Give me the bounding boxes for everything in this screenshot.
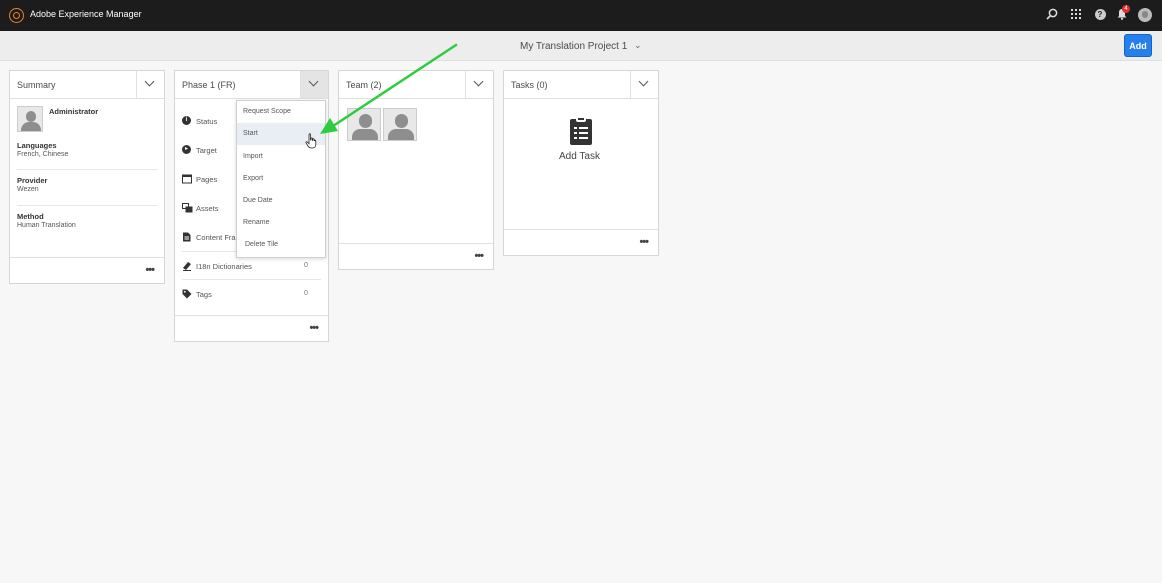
aem-logo-icon[interactable]	[9, 8, 24, 23]
provider-label: Provider	[17, 176, 48, 185]
card-header: Summary	[10, 71, 164, 99]
user-avatar-icon[interactable]	[1138, 8, 1152, 22]
more-icon[interactable]: •••	[145, 264, 155, 276]
menu-item-due-date[interactable]: Due Date	[237, 190, 325, 212]
tasks-card: Tasks (0) Add Task •••	[503, 70, 659, 256]
search-icon[interactable]	[1045, 8, 1059, 22]
card-title: Tasks (0)	[511, 80, 548, 90]
card-footer: •••	[339, 243, 493, 269]
add-task-button[interactable]: Add Task	[504, 99, 658, 229]
row-count: 0	[304, 262, 308, 269]
divider	[17, 205, 157, 206]
add-task-label: Add Task	[559, 151, 600, 162]
row-count: 0	[304, 290, 308, 297]
chevron-down-icon	[638, 76, 649, 87]
card-footer: •••	[10, 257, 164, 283]
menu-item-delete-tile[interactable]: Delete Tile	[237, 234, 325, 256]
divider	[182, 279, 321, 280]
languages-label: Languages	[17, 141, 57, 150]
chevron-down-icon[interactable]: ⌄	[634, 40, 642, 51]
card-title: Summary	[17, 80, 56, 90]
row-label: Target	[196, 146, 217, 155]
team-card: Team (2) •••	[338, 70, 494, 270]
phase-actions-menu: Request Scope Start Import Export Due Da…	[236, 100, 326, 258]
team-member-avatar[interactable]	[347, 108, 381, 141]
method-value: Human Translation	[17, 222, 76, 229]
add-button[interactable]: Add	[1124, 34, 1152, 57]
help-icon[interactable]: ?	[1093, 8, 1107, 22]
card-footer: •••	[504, 229, 658, 255]
row-label: Pages	[196, 175, 218, 184]
menu-item-export[interactable]: Export	[237, 168, 325, 190]
clipboard-task-icon	[570, 116, 592, 145]
apps-grid-icon[interactable]	[1069, 8, 1083, 22]
row-label: I18n Dictionaries	[196, 262, 252, 271]
more-icon[interactable]: •••	[639, 236, 649, 248]
notification-badge: 4	[1122, 5, 1130, 13]
card-header: Phase 1 (FR)	[175, 71, 328, 99]
row-label: Content Fra	[196, 233, 236, 242]
row-label: Assets	[196, 204, 219, 213]
pages-icon	[182, 174, 192, 184]
document-icon	[182, 232, 192, 242]
method-label: Method	[17, 212, 44, 221]
top-bar: Adobe Experience Manager ? 4	[0, 0, 1162, 31]
languages-value: French, Chinese	[17, 151, 69, 158]
divider	[17, 169, 157, 170]
menu-item-rename[interactable]: Rename	[237, 212, 325, 234]
more-icon[interactable]: •••	[309, 322, 319, 334]
info-icon: i	[182, 116, 192, 126]
card-header: Tasks (0)	[504, 71, 658, 99]
chevron-down-icon	[473, 76, 484, 87]
project-title[interactable]: My Translation Project 1	[520, 41, 627, 52]
assets-icon	[182, 203, 193, 213]
card-header: Team (2)	[339, 71, 493, 99]
owner-name: Administrator	[49, 107, 99, 116]
card-toggle-button[interactable]	[300, 71, 328, 98]
hand-cursor-icon	[305, 133, 317, 149]
chevron-down-icon	[308, 76, 319, 87]
card-footer: •••	[175, 315, 328, 341]
project-header: My Translation Project 1 ⌄	[0, 31, 1162, 61]
card-toggle-button[interactable]	[136, 71, 164, 98]
menu-item-import[interactable]: Import	[237, 146, 325, 168]
provider-value: Wezen	[17, 186, 39, 193]
tag-icon	[182, 289, 192, 299]
card-title: Phase 1 (FR)	[182, 80, 236, 90]
card-toggle-button[interactable]	[630, 71, 658, 98]
app-title[interactable]: Adobe Experience Manager	[30, 9, 142, 19]
row-label: Status	[196, 117, 218, 126]
more-icon[interactable]: •••	[474, 250, 484, 262]
phase-row-tags[interactable]: Tags 0	[182, 289, 322, 303]
chevron-down-icon	[144, 76, 155, 87]
play-icon: ▸	[182, 145, 192, 155]
team-member-avatar[interactable]	[383, 108, 417, 141]
menu-item-request-scope[interactable]: Request Scope	[237, 101, 325, 123]
summary-card: Summary Administrator Languages French, …	[9, 70, 165, 284]
dictionary-icon	[182, 261, 192, 271]
owner-avatar	[17, 106, 43, 132]
card-toggle-button[interactable]	[465, 71, 493, 98]
card-title: Team (2)	[346, 80, 382, 90]
row-label: Tags	[196, 290, 212, 299]
phase-row-i18n-dictionaries[interactable]: I18n Dictionaries 0	[182, 261, 322, 275]
